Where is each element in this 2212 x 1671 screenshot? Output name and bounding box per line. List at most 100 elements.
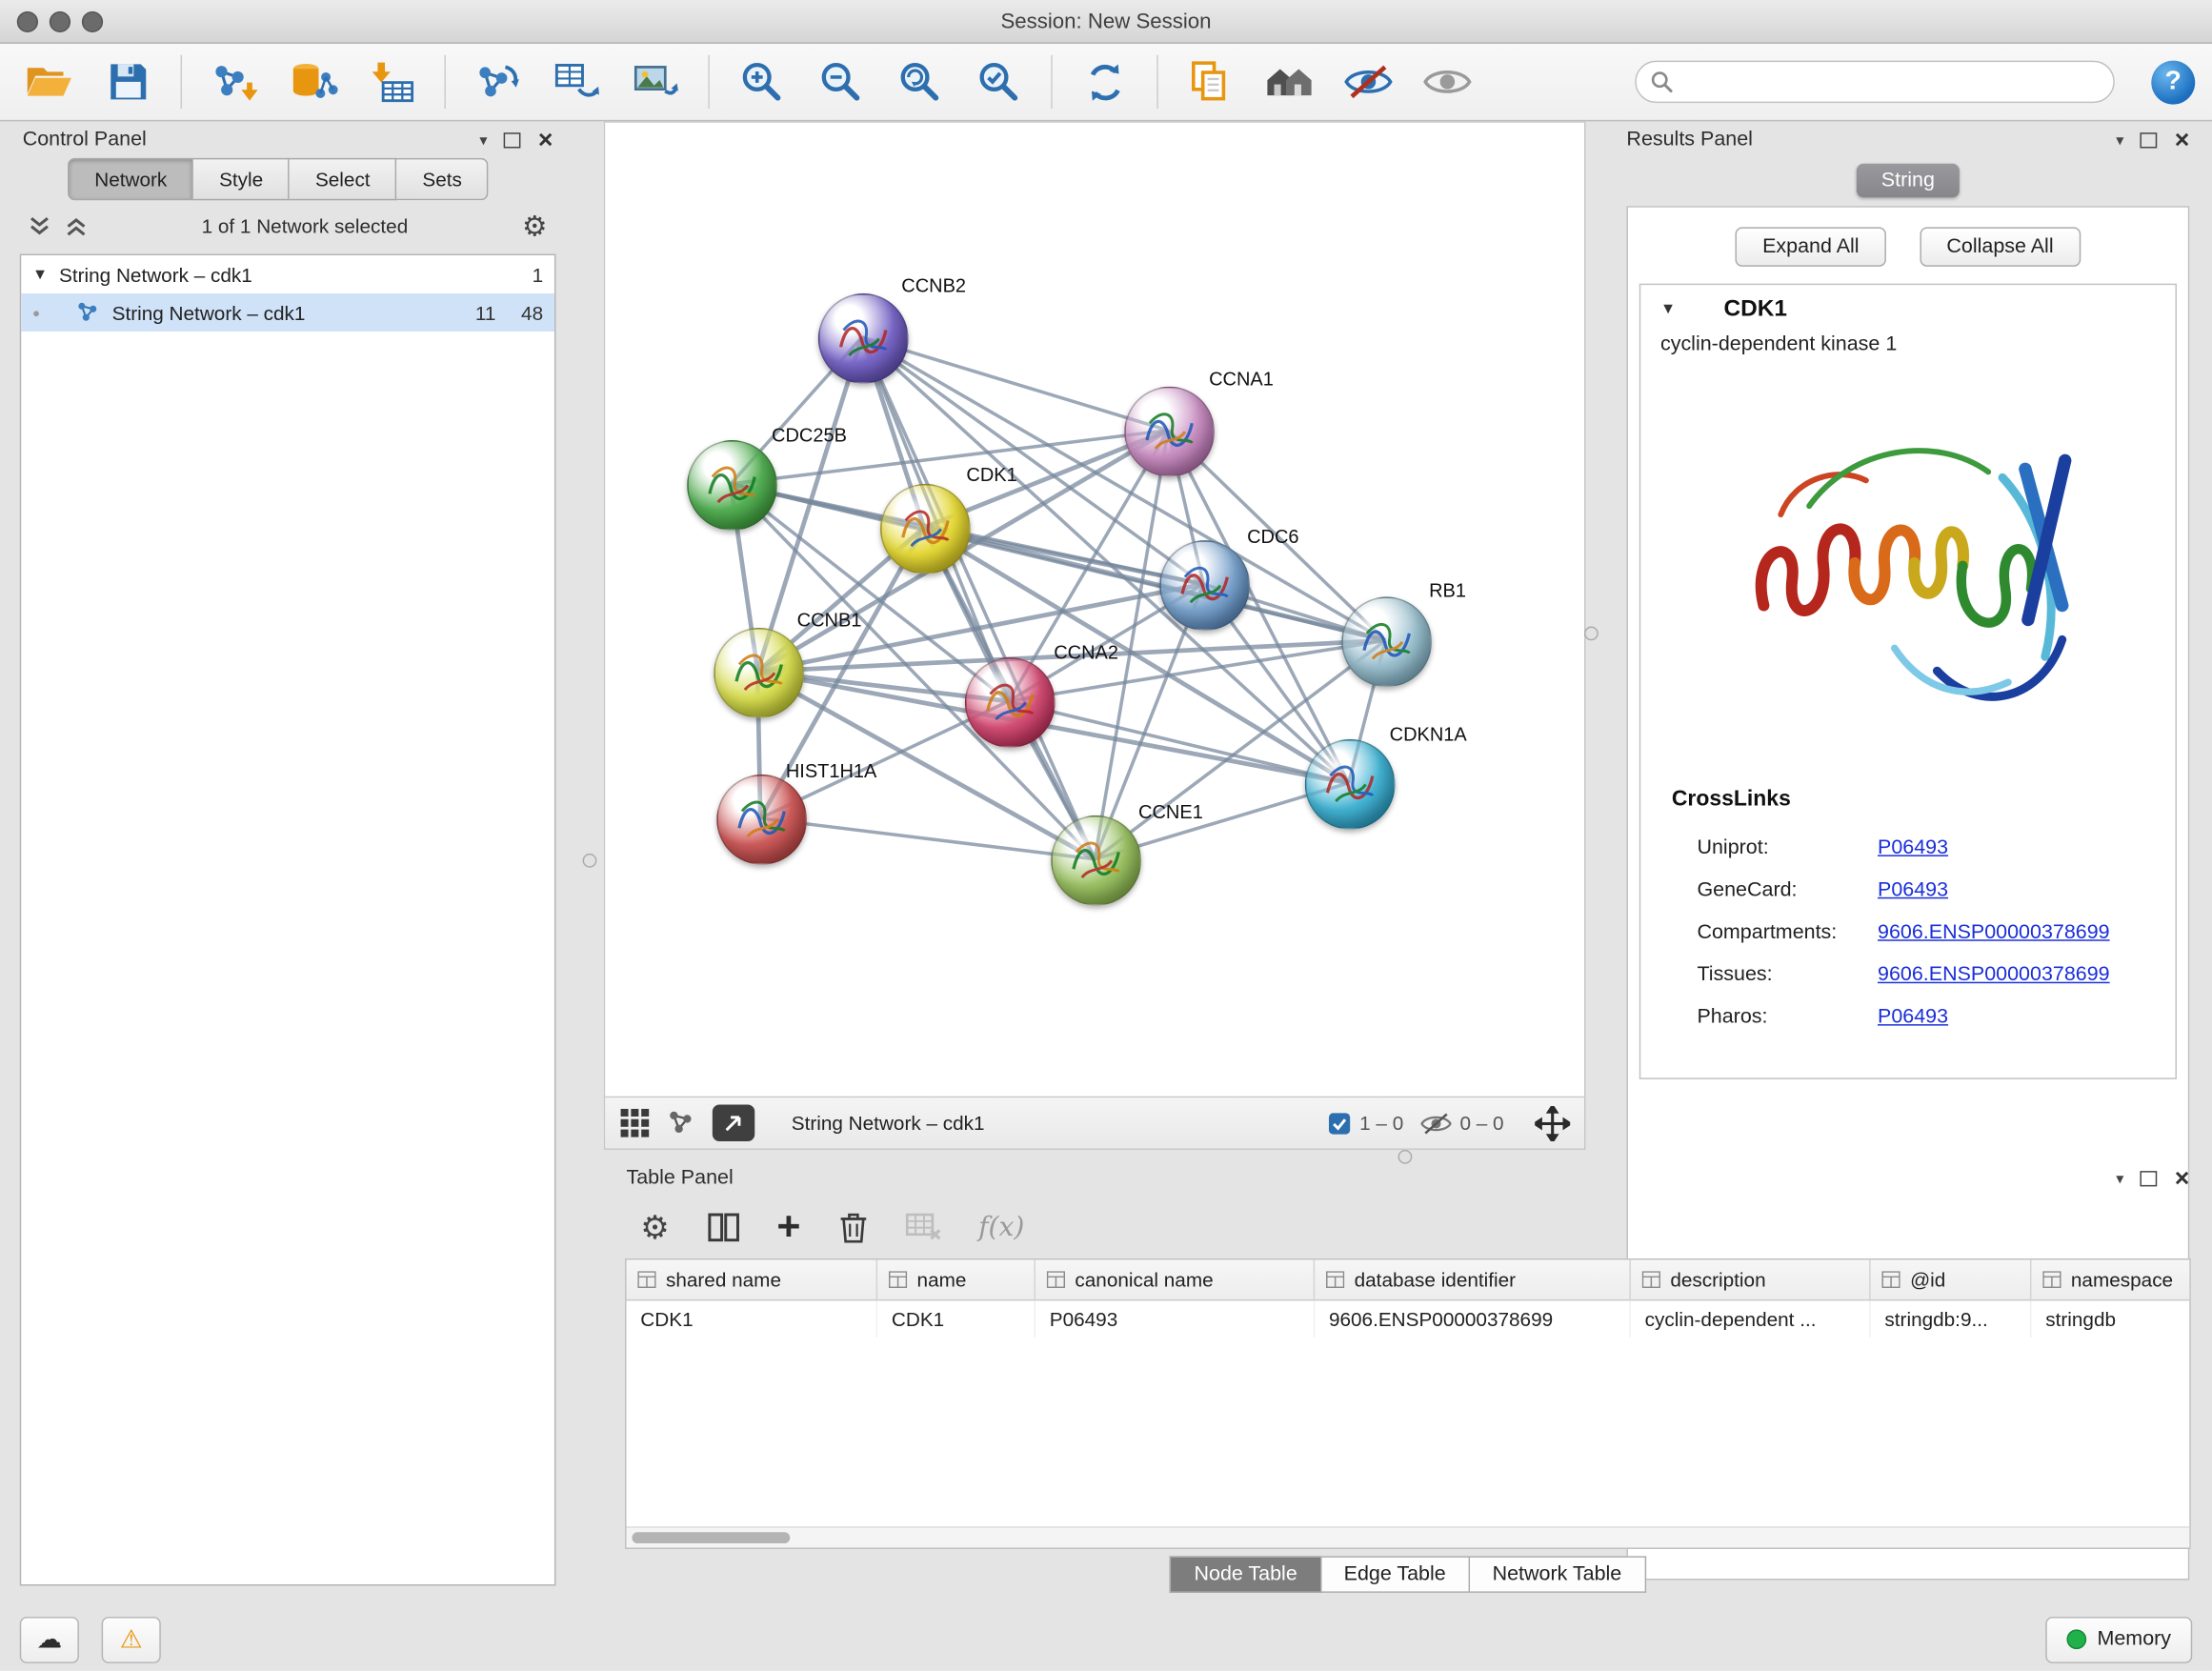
- import-network-file-icon[interactable]: [202, 50, 267, 112]
- warning-icon[interactable]: ⚠: [102, 1616, 161, 1662]
- network-node-CDKN1A[interactable]: [1305, 739, 1396, 830]
- gene-disclosure-icon[interactable]: ▼: [1660, 300, 1676, 317]
- tab-sets[interactable]: Sets: [397, 158, 489, 200]
- network-row[interactable]: ● String Network – cdk1 11 48: [21, 293, 554, 332]
- crosslink-value[interactable]: P06493: [1878, 996, 1948, 1037]
- network-node-RB1[interactable]: [1341, 596, 1432, 687]
- network-node-CDK1[interactable]: [880, 484, 971, 574]
- table-horizontal-scrollbar[interactable]: [627, 1526, 2190, 1547]
- tab-network-table[interactable]: Network Table: [1470, 1556, 1646, 1593]
- network-node-CCNB2[interactable]: [818, 293, 909, 384]
- panel-close-icon[interactable]: ×: [2175, 1165, 2190, 1191]
- network-node-CDC25B[interactable]: [687, 440, 777, 531]
- tab-string[interactable]: String: [1856, 164, 1960, 198]
- copy-document-icon[interactable]: [1178, 50, 1243, 112]
- splitter-handle[interactable]: [1398, 1150, 1413, 1164]
- column-header-database-identifier[interactable]: database identifier: [1315, 1259, 1631, 1299]
- save-session-icon[interactable]: [96, 50, 161, 112]
- panel-close-icon[interactable]: ×: [538, 127, 553, 152]
- network-node-label-CCNB1: CCNB1: [797, 610, 862, 631]
- panel-close-icon[interactable]: ×: [2175, 127, 2190, 152]
- zoom-fit-icon[interactable]: [887, 50, 952, 112]
- column-header-name[interactable]: name: [877, 1259, 1036, 1299]
- splitter-handle[interactable]: [1584, 627, 1599, 641]
- control-panel: Control Panel ▾ × NetworkStyleSelectSets…: [11, 121, 564, 1600]
- crosslink-value[interactable]: P06493: [1878, 869, 1948, 911]
- network-collection-row[interactable]: ▼ String Network – cdk1 1: [21, 255, 554, 293]
- hide-selected-icon[interactable]: [1336, 50, 1400, 112]
- home-networks-icon[interactable]: [1257, 50, 1321, 112]
- table-panel-title: Table Panel: [627, 1167, 734, 1190]
- collection-disclosure-icon[interactable]: ▼: [32, 266, 48, 283]
- panel-menu-icon[interactable]: ▾: [479, 131, 487, 149]
- network-node-CDC6[interactable]: [1159, 540, 1250, 631]
- crosslink-value[interactable]: 9606.ENSP00000378699: [1878, 954, 2110, 996]
- table-options-gear-icon[interactable]: ⚙: [640, 1208, 670, 1246]
- gene-name: CDK1: [1723, 295, 1787, 322]
- open-session-icon[interactable]: [17, 50, 82, 112]
- network-node-HIST1H1A[interactable]: [716, 775, 807, 865]
- function-builder-icon[interactable]: f(x): [978, 1212, 1024, 1243]
- tab-network[interactable]: Network: [68, 158, 193, 200]
- tab-style[interactable]: Style: [193, 158, 290, 200]
- panel-float-icon[interactable]: [2141, 131, 2158, 147]
- memory-button[interactable]: Memory: [2045, 1616, 2193, 1662]
- selected-nodes-checkbox-icon[interactable]: [1327, 1111, 1351, 1135]
- import-network-database-icon[interactable]: [281, 50, 346, 112]
- network-node-CCNA2[interactable]: [965, 657, 1056, 748]
- network-node-CCNA1[interactable]: [1124, 387, 1215, 477]
- hidden-items-eye-icon[interactable]: [1420, 1111, 1452, 1135]
- panel-menu-icon[interactable]: ▾: [2116, 131, 2123, 149]
- network-node-CCNE1[interactable]: [1051, 815, 1141, 906]
- splitter-handle[interactable]: [583, 854, 597, 868]
- new-network-from-selection-icon[interactable]: [466, 50, 531, 112]
- open-in-window-icon[interactable]: [713, 1105, 754, 1142]
- column-header-shared-name[interactable]: shared name: [627, 1259, 878, 1299]
- tab-node-table[interactable]: Node Table: [1170, 1556, 1321, 1593]
- network-node-label-HIST1H1A: HIST1H1A: [786, 760, 877, 781]
- cloud-icon[interactable]: ☁: [20, 1616, 79, 1662]
- collapse-all-icon[interactable]: [29, 215, 51, 236]
- string-network-icon: [77, 300, 101, 324]
- table-toolbar: ⚙ + f(x): [615, 1197, 2201, 1258]
- column-header-description[interactable]: description: [1631, 1259, 1871, 1299]
- help-icon[interactable]: ?: [2151, 60, 2195, 104]
- table-row[interactable]: CDK1CDK1P064939606.ENSP00000378699cyclin…: [627, 1300, 2190, 1338]
- column-header-canonical-name[interactable]: canonical name: [1036, 1259, 1315, 1299]
- network-node-label-CDC6: CDC6: [1247, 526, 1298, 547]
- network-node-CCNB1[interactable]: [714, 628, 804, 718]
- delete-column-icon[interactable]: [837, 1211, 869, 1245]
- results-panel-title: Results Panel: [1626, 129, 1752, 151]
- tab-select[interactable]: Select: [290, 158, 396, 200]
- network-options-gear-icon[interactable]: ⚙: [522, 208, 548, 243]
- zoom-selected-icon[interactable]: [966, 50, 1031, 112]
- export-image-icon[interactable]: [624, 50, 689, 112]
- birdseye-view-icon[interactable]: [619, 1107, 651, 1138]
- crosslink-value[interactable]: 9606.ENSP00000378699: [1878, 912, 2110, 954]
- search-input[interactable]: [1681, 70, 2099, 95]
- zoom-out-icon[interactable]: [809, 50, 874, 112]
- clone-network-icon[interactable]: [545, 50, 610, 112]
- show-columns-icon[interactable]: [706, 1212, 740, 1243]
- scrollbar-thumb[interactable]: [632, 1532, 790, 1543]
- column-header--id[interactable]: @id: [1871, 1259, 2032, 1299]
- panel-float-icon[interactable]: [2141, 1170, 2158, 1185]
- panel-menu-icon[interactable]: ▾: [2116, 1169, 2123, 1187]
- show-all-icon[interactable]: [1415, 50, 1479, 112]
- column-header-namespace[interactable]: namespace: [2031, 1259, 2190, 1299]
- expand-all-icon[interactable]: [65, 215, 88, 236]
- delete-table-icon[interactable]: [905, 1212, 942, 1243]
- refresh-icon[interactable]: [1072, 50, 1136, 112]
- network-share-icon[interactable]: [667, 1109, 695, 1137]
- collapse-all-button[interactable]: Collapse All: [1920, 227, 2080, 266]
- crosslink-value[interactable]: P06493: [1878, 827, 1948, 869]
- zoom-in-icon[interactable]: [730, 50, 794, 112]
- panel-float-icon[interactable]: [504, 131, 521, 147]
- crosslink-label: Tissues:: [1663, 954, 1878, 996]
- add-column-icon[interactable]: +: [776, 1207, 800, 1248]
- tab-edge-table[interactable]: Edge Table: [1321, 1556, 1470, 1593]
- import-table-icon[interactable]: [360, 50, 425, 112]
- pan-crosshair-icon[interactable]: [1535, 1105, 1570, 1140]
- expand-all-button[interactable]: Expand All: [1736, 227, 1886, 266]
- network-canvas[interactable]: CCNB2CCNA1CDC25BCDK1CDC6RB1CCNB1CCNA2CDK…: [605, 123, 1584, 1097]
